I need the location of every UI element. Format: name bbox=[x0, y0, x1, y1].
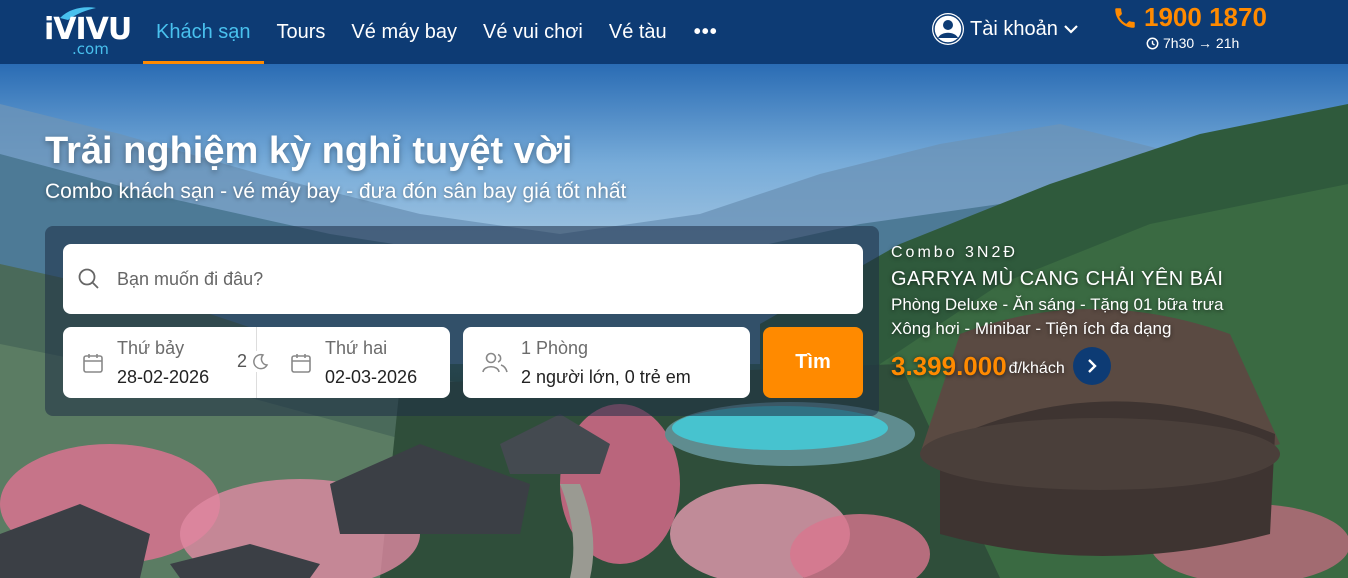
date-range-field[interactable]: Thứ bảy 28-02-2026 2 Thứ hai 02-03-2026 bbox=[63, 327, 450, 398]
chevron-down-icon bbox=[1064, 25, 1078, 34]
calendar-icon bbox=[291, 353, 311, 373]
destination-field[interactable] bbox=[63, 244, 863, 314]
promo-line-2: Xông hơi - Minibar - Tiện ích đa dạng bbox=[891, 319, 1172, 338]
nav-trains[interactable]: Vé tàu bbox=[596, 0, 680, 64]
hotline-hours: 7h30 → 21h bbox=[1163, 35, 1240, 51]
checkin-date[interactable]: Thứ bảy 28-02-2026 bbox=[81, 327, 209, 398]
moon-icon bbox=[253, 353, 269, 369]
promo-hotel-name: GARRYA MÙ CANG CHẢI YÊN BÁI bbox=[891, 268, 1224, 290]
account-label: Tài khoản bbox=[970, 17, 1058, 40]
account-menu[interactable]: Tài khoản bbox=[932, 12, 1078, 46]
user-icon bbox=[932, 13, 964, 45]
rooms-value: 1 Phòng bbox=[521, 337, 589, 358]
main-nav: Khách sạn Tours Vé máy bay Vé vui chơi V… bbox=[143, 0, 732, 64]
clock-icon bbox=[1146, 37, 1159, 49]
checkin-day-label: Thứ bảy bbox=[117, 337, 185, 358]
destination-input[interactable] bbox=[117, 268, 817, 290]
guests-value: 2 người lớn, 0 trẻ em bbox=[521, 366, 691, 387]
nav-flights[interactable]: Vé máy bay bbox=[338, 0, 470, 64]
search-button[interactable]: Tìm bbox=[763, 327, 863, 398]
promo-tag: Combo 3N2Đ bbox=[891, 244, 1018, 261]
checkin-date-value: 28-02-2026 bbox=[117, 366, 210, 387]
guests-icon bbox=[482, 352, 508, 372]
checkout-date-value: 02-03-2026 bbox=[325, 366, 418, 387]
checkout-day-label: Thứ hai bbox=[325, 337, 388, 358]
chevron-right-icon bbox=[1087, 359, 1097, 373]
promo-price: 3.399.000 bbox=[891, 350, 1007, 381]
checkout-date[interactable]: Thứ hai 02-03-2026 bbox=[289, 327, 417, 398]
nights-value: 2 bbox=[237, 351, 248, 371]
nights-count: 2 bbox=[237, 351, 271, 372]
calendar-icon bbox=[83, 353, 103, 373]
promo-line-1: Phòng Deluxe - Ăn sáng - Tặng 01 bữa trư… bbox=[891, 295, 1224, 314]
nav-more-button[interactable]: ••• bbox=[680, 0, 732, 64]
search-icon bbox=[78, 268, 99, 289]
promo-price-unit: đ/khách bbox=[1008, 360, 1065, 377]
hotline[interactable]: 1900 1870 7h30 → 21h bbox=[1112, 2, 1292, 60]
ivivu-logo[interactable]: iVIVU .com bbox=[44, 6, 132, 58]
phone-icon bbox=[1115, 7, 1135, 28]
guests-field[interactable]: 1 Phòng 2 người lớn, 0 trẻ em bbox=[463, 327, 750, 398]
logo-domain: .com bbox=[72, 40, 109, 58]
top-header: iVIVU .com Khách sạn Tours Vé máy bay Vé… bbox=[0, 0, 1348, 64]
nav-tours[interactable]: Tours bbox=[264, 0, 339, 64]
nav-attractions[interactable]: Vé vui chơi bbox=[470, 0, 596, 64]
hero-title: Trải nghiệm kỳ nghỉ tuyệt vời bbox=[45, 130, 573, 172]
hotline-number: 1900 1870 bbox=[1144, 2, 1267, 32]
nav-hotels[interactable]: Khách sạn bbox=[143, 0, 264, 64]
promo-next-button[interactable] bbox=[1072, 347, 1111, 385]
promo-card[interactable]: Combo 3N2Đ GARRYA MÙ CANG CHẢI YÊN BÁI P… bbox=[891, 244, 1251, 385]
hero-subtitle: Combo khách sạn - vé máy bay - đưa đón s… bbox=[45, 180, 627, 203]
